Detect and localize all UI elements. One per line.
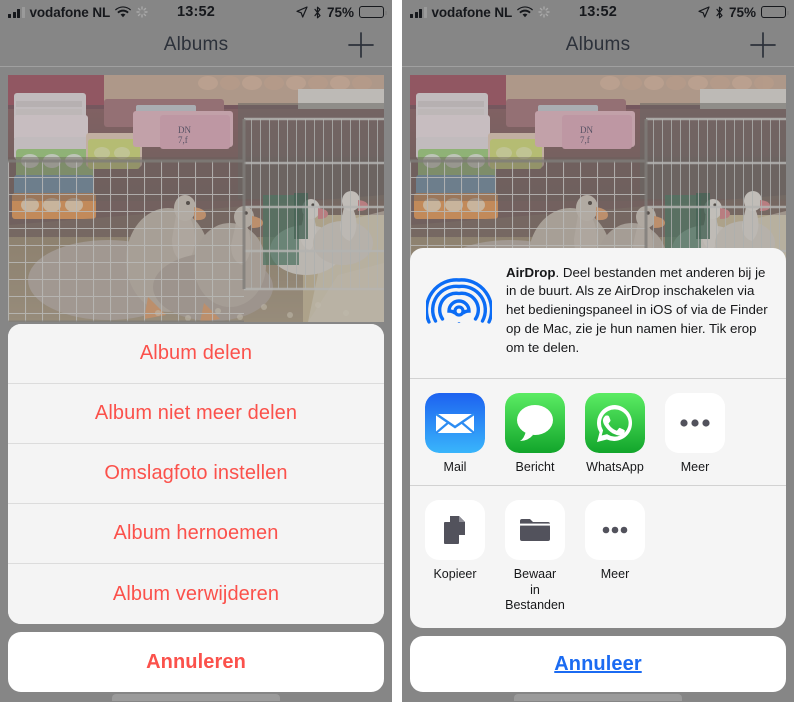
location-arrow-icon xyxy=(296,6,308,18)
action-stop-sharing-album[interactable]: Album niet meer delen xyxy=(8,384,384,444)
more-dots-icon xyxy=(665,392,725,453)
plus-icon[interactable] xyxy=(748,30,778,60)
battery-icon xyxy=(359,6,387,18)
share-target-label: Mail xyxy=(443,459,467,474)
cancel-button[interactable]: Annuleren xyxy=(8,632,384,692)
share-app-row: Mail Bericht WhatsApp Meer xyxy=(410,379,786,487)
share-target-label: Bericht xyxy=(515,459,555,474)
share-target-mail[interactable]: Mail xyxy=(424,392,486,475)
airdrop-title: AirDrop xyxy=(506,264,556,280)
photo-illustration: DN 7,f xyxy=(8,75,384,322)
share-target-more[interactable]: Meer xyxy=(664,392,726,475)
share-target-label: Meer xyxy=(680,459,710,474)
battery-percent-label: 75% xyxy=(326,4,354,20)
share-target-whatsapp[interactable]: WhatsApp xyxy=(584,392,646,475)
dual-screenshot-container: vodafone NL 13:52 75% Albums DN 7,f Albu… xyxy=(0,0,794,702)
airdrop-icon xyxy=(426,266,492,332)
share-action-more[interactable]: Meer xyxy=(584,500,646,614)
location-arrow-icon xyxy=(698,6,710,18)
home-indicator xyxy=(514,694,682,701)
left-phone-screen: vodafone NL 13:52 75% Albums DN 7,f Albu… xyxy=(0,0,392,702)
svg-text:7,f: 7,f xyxy=(178,135,188,145)
share-sheet-card: AirDrop. Deel bestanden met anderen bij … xyxy=(410,247,786,628)
album-cover-photo: DN 7,f xyxy=(8,75,384,322)
page-title: Albums xyxy=(565,34,631,55)
bluetooth-icon xyxy=(313,6,322,19)
svg-text:7,f: 7,f xyxy=(580,135,590,145)
bluetooth-icon xyxy=(715,6,724,19)
share-action-copy[interactable]: Kopieer xyxy=(424,500,486,614)
action-share-album[interactable]: Album delen xyxy=(8,324,384,384)
status-bar: vodafone NL 13:52 75% xyxy=(402,0,794,24)
mail-icon xyxy=(425,392,485,453)
messages-icon xyxy=(505,392,565,453)
folder-icon xyxy=(505,500,565,561)
svg-text:DN: DN xyxy=(580,125,593,135)
whatsapp-icon xyxy=(585,392,645,453)
status-bar-right: 75% xyxy=(296,4,387,20)
cancel-button-label: Annuleer xyxy=(554,652,642,675)
share-action-label: Bewaar in Bestanden xyxy=(505,567,565,613)
home-indicator xyxy=(112,694,280,701)
svg-text:DN: DN xyxy=(178,125,191,135)
cancel-button[interactable]: Annuleer xyxy=(410,636,786,692)
battery-icon xyxy=(761,6,789,18)
share-sheet: AirDrop. Deel bestanden met anderen bij … xyxy=(402,247,794,702)
action-set-cover-photo[interactable]: Omslagfoto instellen xyxy=(8,444,384,504)
navigation-bar: Albums xyxy=(402,24,794,67)
airdrop-section[interactable]: AirDrop. Deel bestanden met anderen bij … xyxy=(410,248,786,379)
share-action-row: Kopieer Bewaar in Bestanden Meer xyxy=(410,486,786,628)
action-sheet-options: Album delen Album niet meer delen Omslag… xyxy=(8,324,384,624)
page-title: Albums xyxy=(163,34,229,55)
action-rename-album[interactable]: Album hernoemen xyxy=(8,504,384,564)
more-dots-icon xyxy=(585,500,645,561)
action-delete-album[interactable]: Album verwijderen xyxy=(8,564,384,624)
share-action-label: Kopieer xyxy=(433,567,477,582)
status-bar-right: 75% xyxy=(698,4,789,20)
share-action-label: Meer xyxy=(600,567,630,582)
share-target-messages[interactable]: Bericht xyxy=(504,392,566,475)
right-phone-screen: vodafone NL 13:52 75% Albums DN 7,f AirD… xyxy=(402,0,794,702)
panel-divider xyxy=(392,0,402,702)
navigation-bar: Albums xyxy=(0,24,392,67)
battery-percent-label: 75% xyxy=(728,4,756,20)
plus-icon[interactable] xyxy=(346,30,376,60)
copy-icon xyxy=(425,500,485,561)
share-action-save-to-files[interactable]: Bewaar in Bestanden xyxy=(504,500,566,614)
action-sheet: Album delen Album niet meer delen Omslag… xyxy=(0,324,392,702)
status-bar: vodafone NL 13:52 75% xyxy=(0,0,392,24)
airdrop-description: AirDrop. Deel bestanden met anderen bij … xyxy=(506,262,770,358)
share-target-label: WhatsApp xyxy=(586,459,644,474)
